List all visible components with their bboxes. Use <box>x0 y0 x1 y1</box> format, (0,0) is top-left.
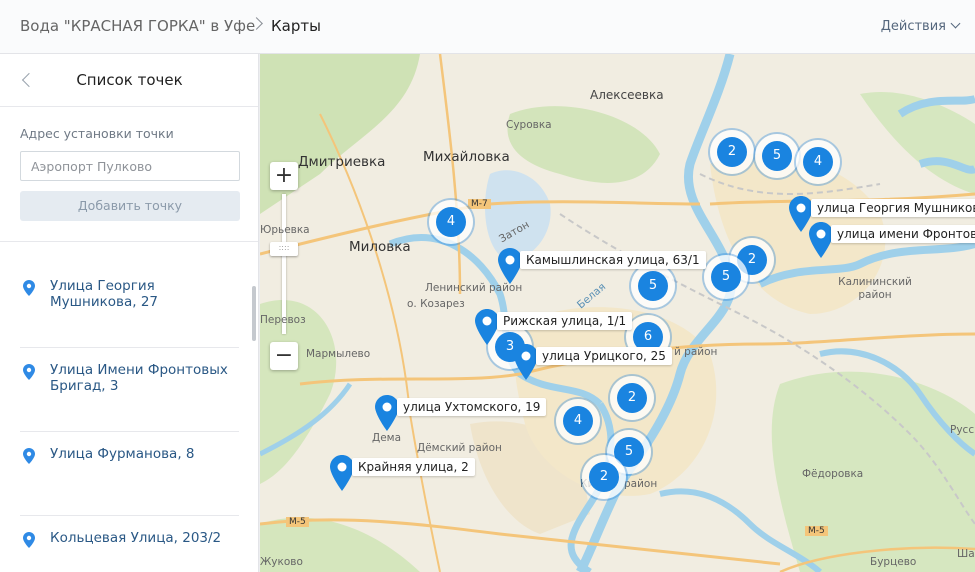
map-cluster[interactable]: 4 <box>556 399 600 443</box>
address-label: Адрес установки точки <box>20 126 174 141</box>
map-pin-icon <box>809 222 833 258</box>
list-item-label: Улица Имени Фронтовых Бригад, 3 <box>50 362 228 394</box>
map-label: район <box>624 478 658 490</box>
map-cluster[interactable]: 4 <box>796 140 840 184</box>
marker-label: улица Урицкого, 25 <box>536 347 672 365</box>
road-sign: М-5 <box>286 517 309 527</box>
road-sign: М-5 <box>805 526 828 536</box>
map-pin-icon <box>330 455 354 491</box>
breadcrumb-current: Карты <box>271 17 321 35</box>
map-label: Перевоз <box>260 314 306 326</box>
map-label: Калининский район <box>838 276 912 301</box>
location-pin-icon <box>23 364 35 380</box>
map-pin-icon <box>514 344 538 380</box>
chevron-down-icon <box>950 18 961 29</box>
map-cluster[interactable]: 2 <box>710 130 754 174</box>
map-label: Шамо <box>957 548 975 560</box>
top-bar: Вода "КРАСНАЯ ГОРКА" в Уфе Карты Действи… <box>0 0 975 54</box>
road-sign: М-7 <box>468 199 491 209</box>
zoom-in-button[interactable]: + <box>270 162 298 190</box>
cluster-count: 5 <box>638 271 668 301</box>
list-item[interactable]: Улица Георгия Мушникова, 27 <box>20 264 239 348</box>
actions-label: Действия <box>880 19 946 34</box>
divider <box>0 241 258 242</box>
map-cluster[interactable]: 2 <box>610 376 654 420</box>
address-input[interactable] <box>20 151 240 181</box>
zoom-out-button[interactable]: − <box>270 342 298 370</box>
list-item[interactable]: Улица Фурманова, 8 <box>20 432 239 516</box>
list-item-label: Кольцевая Улица, 203/2 <box>50 530 222 546</box>
points-list: Улица Георгия Мушникова, 27 Улица Имени … <box>0 264 258 572</box>
map-label: Алексеевка <box>590 88 664 102</box>
map-label: Миловка <box>349 239 411 255</box>
map-cluster[interactable]: 5 <box>704 255 748 299</box>
cluster-count: 2 <box>717 137 747 167</box>
map-view[interactable]: + :::: − Алексеевка Суровка Дмитриевка М… <box>260 54 975 572</box>
map-label: Дёмский район <box>417 442 502 454</box>
map-cluster[interactable]: 4 <box>429 200 473 244</box>
cluster-count: 2 <box>617 383 647 413</box>
map-label: Дмитриевка <box>298 154 386 170</box>
zoom-control: + :::: − <box>270 162 298 370</box>
zoom-track[interactable] <box>282 194 286 334</box>
location-pin-icon <box>23 280 35 296</box>
map-label: Суровка <box>506 119 552 131</box>
add-point-button[interactable]: Добавить точку <box>20 191 240 221</box>
list-item[interactable]: Улица Имени Фронтовых Бригад, 3 <box>20 348 239 432</box>
location-pin-icon <box>23 448 35 464</box>
scrollbar[interactable] <box>252 286 256 341</box>
sidebar-header: Список точек <box>0 54 258 107</box>
marker-label: улица Ухтомского, 19 <box>397 398 547 416</box>
map-label: Фёдоровка <box>802 468 864 480</box>
cluster-count: 4 <box>563 406 593 436</box>
cluster-count: 2 <box>589 462 619 492</box>
cluster-count: 5 <box>711 262 741 292</box>
map-label: Михайловка <box>423 149 510 165</box>
list-item-label: Улица Фурманова, 8 <box>50 446 195 462</box>
list-item-label: Улица Георгия Мушникова, 27 <box>50 278 158 310</box>
map-cluster[interactable]: 5 <box>755 134 799 178</box>
map-label: Дема <box>372 432 402 444</box>
list-item[interactable]: Кольцевая Улица, 203/2 <box>20 516 239 572</box>
location-pin-icon <box>23 532 35 548</box>
sidebar: Список точек Адрес установки точки Добав… <box>0 54 259 572</box>
cluster-count: 5 <box>762 141 792 171</box>
marker-label: улица имени Фронтовы <box>831 225 975 243</box>
map-label: о. Козарез <box>407 298 465 310</box>
breadcrumb-root[interactable]: Вода "КРАСНАЯ ГОРКА" в Уфе <box>20 17 255 35</box>
cluster-count: 4 <box>803 147 833 177</box>
marker-label: улица Георгия Мушникова <box>811 199 975 217</box>
map-cluster[interactable]: 5 <box>631 264 675 308</box>
marker-label: Рижская улица, 1/1 <box>497 312 633 330</box>
cluster-count: 4 <box>436 207 466 237</box>
marker-label: Крайняя улица, 2 <box>352 458 475 476</box>
actions-dropdown[interactable]: Действия <box>880 18 961 34</box>
sidebar-title: Список точек <box>76 71 183 89</box>
map-pin-icon <box>475 309 499 345</box>
map-label: Жуково <box>260 556 303 568</box>
map-label: Бурцево <box>870 556 917 568</box>
map-label: й район <box>674 346 718 358</box>
map-label: Русск <box>950 424 975 436</box>
map-cluster[interactable]: 2 <box>582 455 626 499</box>
map-label: Юрьевка <box>260 224 310 236</box>
marker-label: Камышлинская улица, 63/1 <box>520 251 706 269</box>
zoom-slider-handle[interactable]: :::: <box>270 242 298 256</box>
map-pin-icon <box>498 248 522 284</box>
map-label: Мармылево <box>306 348 371 360</box>
map-pin-icon <box>375 395 399 431</box>
